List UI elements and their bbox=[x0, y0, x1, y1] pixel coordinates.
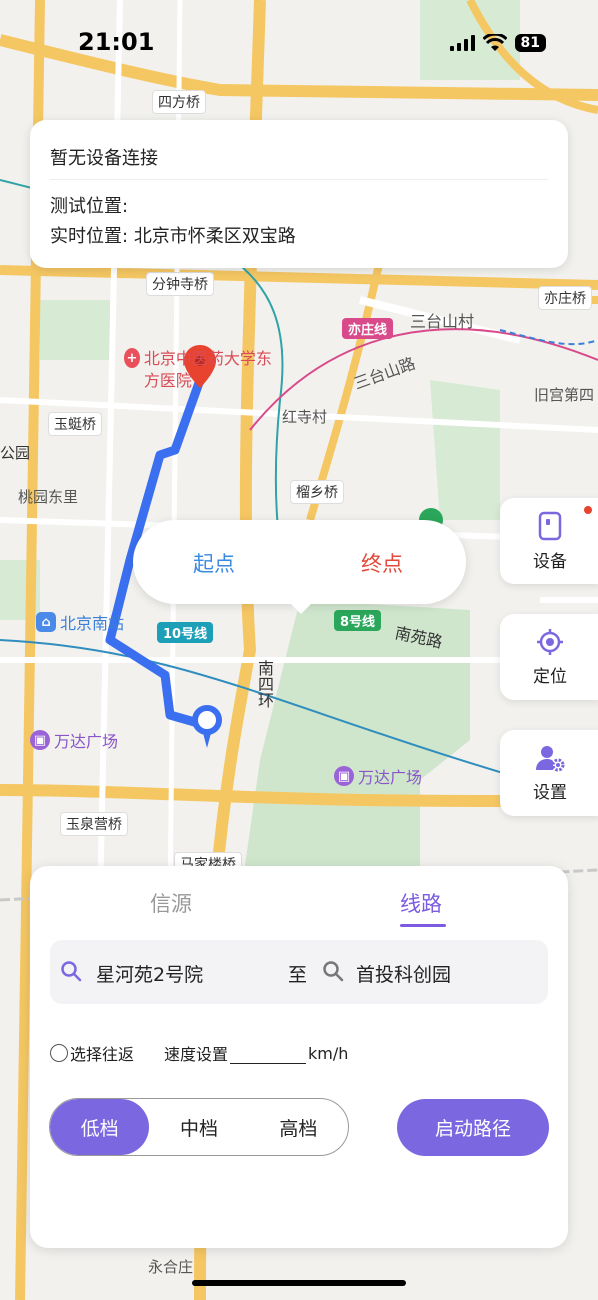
map-label-yuting-bridge: 玉蜓桥 bbox=[48, 412, 102, 436]
poi-wanda-1-label: 万达广场 bbox=[54, 732, 119, 751]
search-icon bbox=[323, 961, 344, 982]
round-trip-label: 选择往返 bbox=[70, 1045, 135, 1064]
map-label-liuxiang-bridge: 榴乡桥 bbox=[290, 480, 344, 504]
locate-button-label: 定位 bbox=[533, 666, 567, 687]
wifi-icon bbox=[482, 34, 507, 51]
realtime-location-label: 实时位置: bbox=[50, 226, 129, 247]
start-route-button[interactable]: 启动路径 bbox=[397, 1099, 549, 1156]
poi-wanda-2[interactable]: ▣ 万达广场 bbox=[334, 764, 422, 788]
route-panel: 信源 线路 星河苑2号院 至 首投科创园 选择往返 速度设置 km/h 低档 中… bbox=[30, 866, 568, 1248]
speed-input[interactable] bbox=[230, 1042, 307, 1064]
poi-hospital-label: 北京中医药大学东方医院 bbox=[143, 349, 272, 390]
device-status: 暂无设备连接 bbox=[50, 120, 548, 180]
hospital-icon: + bbox=[124, 348, 140, 368]
map-label-fenzhongsi-bridge: 分钟寺桥 bbox=[146, 272, 214, 296]
device-button-label: 设备 bbox=[533, 551, 567, 572]
cellular-signal-icon bbox=[449, 35, 475, 51]
map-label-park: 公园 bbox=[0, 444, 31, 462]
station-icon: ⌂ bbox=[36, 612, 56, 632]
poi-beijing-south-label: 北京南站 bbox=[60, 614, 125, 633]
realtime-location: 实时位置: 北京市怀柔区双宝路 bbox=[50, 222, 548, 248]
locate-icon bbox=[537, 628, 563, 655]
options-row: 选择往返 速度设置 km/h bbox=[50, 1040, 548, 1066]
map-label-line10: 10号线 bbox=[157, 622, 214, 643]
status-time: 21:01 bbox=[78, 28, 155, 56]
device-icon bbox=[538, 511, 562, 540]
poi-wanda-1[interactable]: ▣ 万达广场 bbox=[30, 728, 118, 752]
gear-low-button[interactable]: 低档 bbox=[50, 1099, 150, 1155]
round-trip-radio[interactable] bbox=[50, 1044, 68, 1062]
map-label-yonghezhuang: 永合庄 bbox=[148, 1258, 194, 1276]
poi-hospital[interactable]: + 北京中医药大学东方医院 bbox=[124, 348, 284, 392]
info-card: 暂无设备连接 测试位置: 实时位置: 北京市怀柔区双宝路 bbox=[30, 120, 568, 268]
status-bar: 21:01 81 bbox=[0, 0, 598, 90]
set-start-button[interactable]: 起点 bbox=[193, 548, 235, 578]
home-indicator[interactable] bbox=[192, 1280, 406, 1286]
map-label-sifang-bridge: 四方桥 bbox=[152, 90, 206, 114]
settings-button-label: 设置 bbox=[533, 782, 567, 803]
device-button[interactable]: 设备 bbox=[500, 498, 598, 584]
route-separator: 至 bbox=[288, 964, 308, 986]
map-label-jiugong: 旧宫第四 bbox=[534, 386, 595, 404]
realtime-location-value: 北京市怀柔区双宝路 bbox=[133, 226, 296, 247]
speed-label: 速度设置 bbox=[164, 1045, 229, 1064]
locate-button[interactable]: 定位 bbox=[500, 614, 598, 700]
map-label-line-yizhuang: 亦庄线 bbox=[342, 318, 394, 339]
route-from-input[interactable]: 星河苑2号院 bbox=[96, 960, 203, 987]
poi-wanda-2-label: 万达广场 bbox=[358, 768, 423, 787]
shopping-icon: ▣ bbox=[334, 766, 354, 786]
user-settings-icon bbox=[536, 745, 565, 771]
set-end-button[interactable]: 终点 bbox=[361, 548, 403, 578]
shopping-icon: ▣ bbox=[30, 730, 50, 750]
tab-active-indicator bbox=[400, 924, 446, 927]
speed-unit: km/h bbox=[308, 1043, 349, 1063]
search-icon bbox=[61, 961, 82, 982]
test-location-label: 测试位置: bbox=[50, 196, 129, 217]
map-label-santai-village: 三台山村 bbox=[410, 312, 475, 331]
map-label-yuquanying-bridge: 玉泉营桥 bbox=[60, 812, 128, 836]
battery-indicator: 81 bbox=[514, 34, 546, 52]
tab-route[interactable]: 线路 bbox=[400, 888, 442, 918]
settings-button[interactable]: 设置 bbox=[500, 730, 598, 816]
map-label-hongsi-village: 红寺村 bbox=[282, 408, 328, 426]
gear-mid-button[interactable]: 中档 bbox=[149, 1099, 248, 1155]
gear-selector: 低档 中档 高档 bbox=[49, 1098, 349, 1156]
tab-source[interactable]: 信源 bbox=[150, 888, 192, 918]
poi-beijing-south[interactable]: ⌂ 北京南站 bbox=[36, 610, 124, 634]
map-label-south-4th-ring: 南四环 bbox=[255, 660, 274, 708]
notification-dot bbox=[584, 506, 592, 514]
map-label-yizhuang-bridge: 亦庄桥 bbox=[538, 286, 592, 310]
map-label-taoyuan: 桃园东里 bbox=[18, 488, 79, 506]
status-icons: 81 bbox=[449, 34, 546, 52]
gear-high-button[interactable]: 高档 bbox=[249, 1099, 348, 1155]
map-label-line8: 8号线 bbox=[334, 610, 382, 631]
route-to-input[interactable]: 首投科创园 bbox=[356, 960, 451, 987]
route-input-box: 星河苑2号院 至 首投科创园 bbox=[50, 940, 548, 1004]
start-end-popup: 起点 终点 bbox=[133, 520, 466, 614]
